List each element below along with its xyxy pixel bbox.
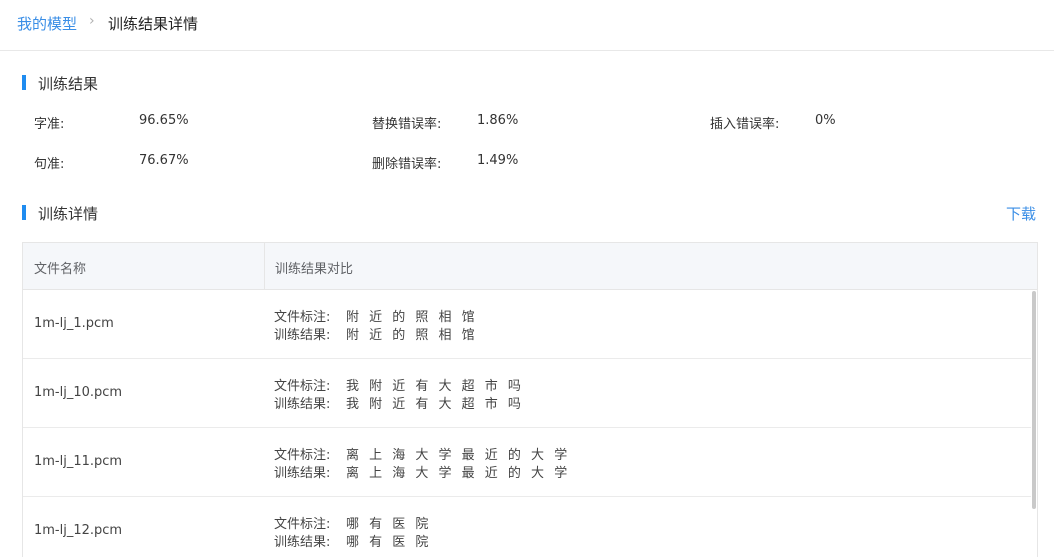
- table-body[interactable]: 1m-lj_1.pcm 文件标注: 附 近 的 照 相 馆 训练结果: 附 近 的 …: [23, 290, 1031, 557]
- details-title: 训练详情: [38, 205, 99, 223]
- details-table: 文件名称 训练结果对比 1m-lj_1.pcm 文件标注: 附 近 的 照 相 馆…: [22, 242, 1038, 557]
- table-row: 1m-lj_10.pcm 文件标注: 我 附 近 有 大 超 市 吗 训练结果: 我…: [23, 359, 1031, 428]
- breadcrumb-current: 训练结果详情: [108, 15, 199, 33]
- table-header: 文件名称 训练结果对比: [23, 243, 1037, 290]
- stat-label-substitution-error: 替换错误率:: [372, 117, 442, 132]
- annotation-label: 文件标注:: [274, 517, 331, 532]
- annotation-label: 文件标注:: [274, 310, 331, 325]
- result-text: 附 近 的 照 相 馆: [346, 328, 478, 343]
- stat-value-substitution-error: 1.86%: [477, 113, 519, 128]
- file-name-cell: 1m-lj_11.pcm: [34, 454, 123, 469]
- stat-label-sentence-accuracy: 句准:: [34, 157, 65, 172]
- column-divider: [264, 243, 265, 289]
- result-label: 训练结果:: [274, 328, 331, 343]
- annotation-label: 文件标注:: [274, 379, 331, 394]
- download-link[interactable]: 下载: [1006, 203, 1036, 224]
- result-label: 训练结果:: [274, 397, 331, 412]
- file-name-cell: 1m-lj_1.pcm: [34, 316, 114, 331]
- table-row: 1m-lj_12.pcm 文件标注: 哪 有 医 院 训练结果: 哪 有 医 院: [23, 497, 1031, 557]
- annotation-text: 附 近 的 照 相 馆: [346, 310, 478, 325]
- result-text: 离 上 海 大 学 最 近 的 大 学: [346, 466, 571, 481]
- stat-label-word-accuracy: 字准:: [34, 117, 65, 132]
- chevron-right-icon: ›: [89, 13, 95, 29]
- table-row: 1m-lj_1.pcm 文件标注: 附 近 的 照 相 馆 训练结果: 附 近 的 …: [23, 290, 1031, 359]
- breadcrumb-my-models-link[interactable]: 我的模型: [17, 13, 77, 34]
- breadcrumb: 我的模型 › 训练结果详情: [0, 0, 1054, 51]
- stat-label-deletion-error: 删除错误率:: [372, 157, 442, 172]
- stat-value-sentence-accuracy: 76.67%: [139, 153, 189, 168]
- annotation-text: 离 上 海 大 学 最 近 的 大 学: [346, 448, 571, 463]
- stat-value-insertion-error: 0%: [815, 113, 836, 128]
- section-marker: [22, 205, 26, 220]
- annotation-text: 我 附 近 有 大 超 市 吗: [346, 379, 524, 394]
- table-row: 1m-lj_11.pcm 文件标注: 离 上 海 大 学 最 近 的 大 学 训练…: [23, 428, 1031, 497]
- column-header-file-name: 文件名称: [34, 262, 87, 277]
- result-line: 训练结果: 附 近 的 照 相 馆: [274, 324, 478, 343]
- file-name-cell: 1m-lj_10.pcm: [34, 385, 123, 400]
- table-scrollbar[interactable]: [1032, 291, 1036, 509]
- annotation-line: 文件标注: 离 上 海 大 学 最 近 的 大 学: [274, 444, 570, 463]
- result-label: 训练结果:: [274, 535, 331, 550]
- annotation-line: 文件标注: 哪 有 医 院: [274, 513, 431, 532]
- annotation-line: 文件标注: 附 近 的 照 相 馆: [274, 306, 478, 325]
- stat-value-deletion-error: 1.49%: [477, 153, 519, 168]
- stat-label-insertion-error: 插入错误率:: [710, 117, 780, 132]
- result-label: 训练结果:: [274, 466, 331, 481]
- column-header-comparison: 训练结果对比: [275, 262, 354, 277]
- file-name-cell: 1m-lj_12.pcm: [34, 523, 123, 538]
- result-line: 训练结果: 离 上 海 大 学 最 近 的 大 学: [274, 462, 570, 481]
- stat-value-word-accuracy: 96.65%: [139, 113, 189, 128]
- results-title: 训练结果: [38, 75, 99, 93]
- annotation-text: 哪 有 医 院: [346, 517, 432, 532]
- annotation-label: 文件标注:: [274, 448, 331, 463]
- result-line: 训练结果: 哪 有 医 院: [274, 531, 431, 550]
- result-text: 我 附 近 有 大 超 市 吗: [346, 397, 524, 412]
- result-text: 哪 有 医 院: [346, 535, 432, 550]
- annotation-line: 文件标注: 我 附 近 有 大 超 市 吗: [274, 375, 524, 394]
- section-marker: [22, 75, 26, 90]
- result-line: 训练结果: 我 附 近 有 大 超 市 吗: [274, 393, 524, 412]
